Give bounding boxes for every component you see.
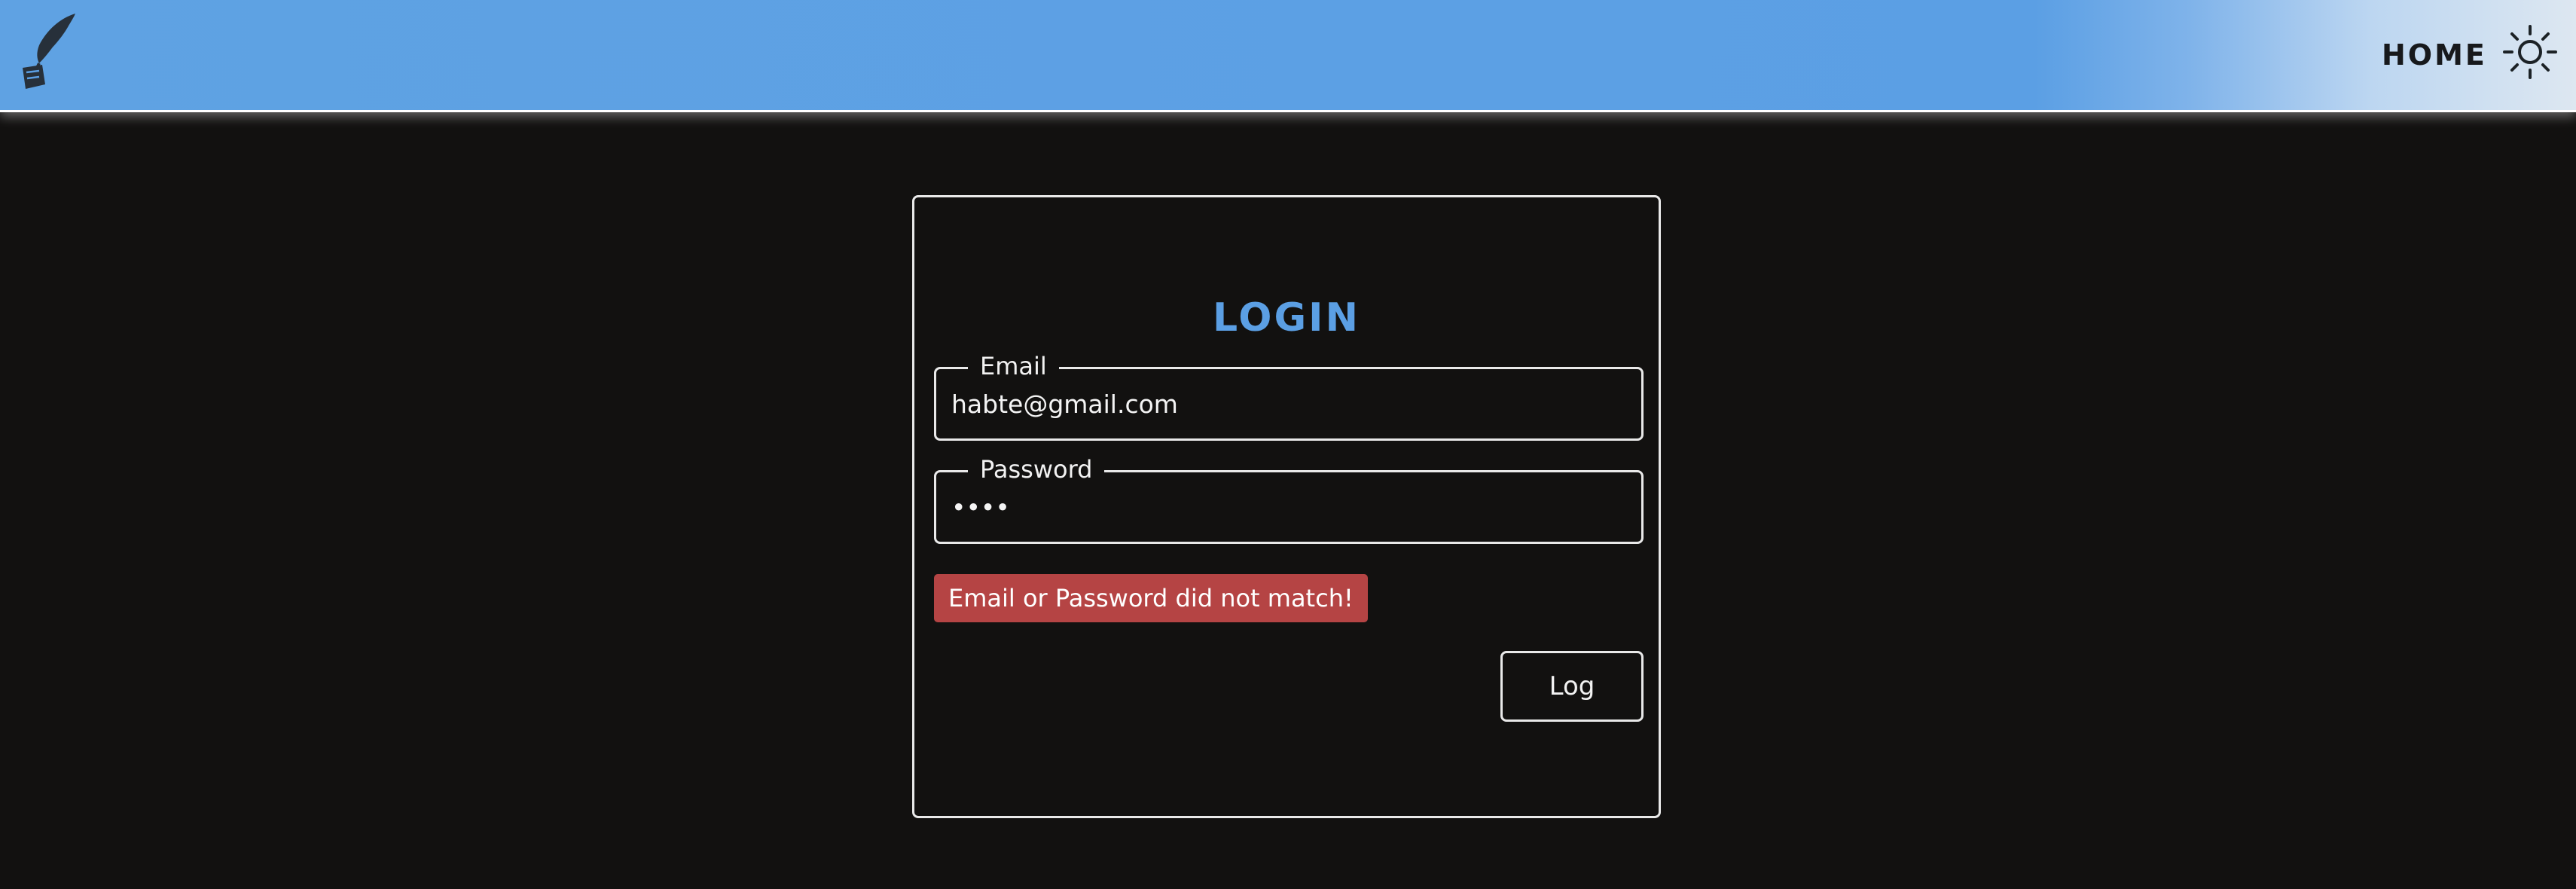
email-label: Email	[968, 349, 1059, 383]
login-button[interactable]: Log	[1500, 651, 1644, 722]
home-link[interactable]: HOME	[2382, 36, 2487, 74]
password-field[interactable]: Password	[934, 452, 1644, 544]
sun-icon[interactable]	[2502, 24, 2558, 80]
quill-ink-icon[interactable]	[17, 11, 80, 89]
login-title: LOGIN	[1212, 295, 1361, 341]
email-field[interactable]: Email	[934, 349, 1644, 441]
email-input[interactable]	[951, 384, 1614, 423]
password-label: Password	[968, 452, 1105, 487]
top-navbar: HOME	[0, 0, 2576, 112]
password-input[interactable]	[951, 487, 1614, 527]
login-card: LOGIN Email Password Email or Password d…	[912, 195, 1661, 818]
error-alert: Email or Password did not match!	[934, 574, 1368, 622]
